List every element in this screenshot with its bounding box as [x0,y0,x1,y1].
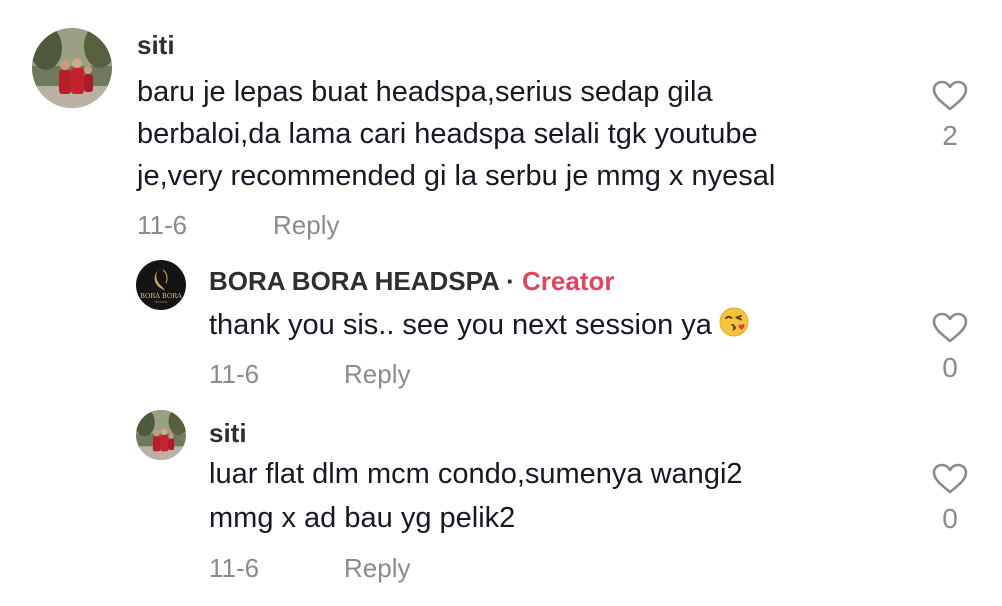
creator-badge: Creator [522,266,615,296]
reply-item: BORA BORA HEADSPA BORA BORA HEADSPA · Cr… [0,250,1002,400]
comment-username[interactable]: siti [137,30,175,61]
svg-text:HEADSPA: HEADSPA [154,300,167,304]
heart-outline-icon [932,312,968,343]
separator-dot: · [506,266,515,296]
avatar[interactable] [32,28,112,108]
comment-text-line: thank you sis.. see you next session ya [209,304,750,350]
heart-outline-icon [932,80,968,111]
reply-button[interactable]: Reply [344,553,410,584]
comment-text-line: berbaloi,da lama cari headspa selali tgk… [137,118,758,150]
like-count: 0 [942,503,958,534]
comment-item: siti baru je lepas buat headspa,serius s… [0,0,1002,250]
reply-button[interactable]: Reply [273,210,339,241]
kissing-face-emoji-icon [718,306,750,350]
comment-date: 11-6 [137,210,188,240]
reply-item: siti luar flat dlm mcm condo,sumenya wan… [0,400,1002,606]
avatar[interactable]: BORA BORA HEADSPA [136,260,186,310]
reply-button[interactable]: Reply [344,359,410,390]
family-photo-avatar-icon [136,410,186,460]
like-button[interactable]: 0 [930,312,970,384]
comment-text-line: baru je lepas buat headspa,serius sedap … [137,76,713,108]
svg-text:BORA BORA: BORA BORA [140,292,182,300]
like-count: 0 [942,352,958,383]
comment-text-line: luar flat dlm mcm condo,sumenya wangi2 [209,458,743,490]
like-button[interactable]: 2 [930,80,970,152]
comment-text-line: mmg x ad bau yg pelik2 [209,502,516,534]
bora-bora-logo-icon: BORA BORA HEADSPA [136,260,186,310]
comment-username[interactable]: BORA BORA HEADSPA · Creator [209,266,614,297]
comment-username[interactable]: siti [209,418,247,449]
comment-text-line: je,very recommended gi la serbu je mmg x… [137,160,776,192]
comment-date: 11-6 [209,553,260,583]
family-photo-avatar-icon [32,28,112,108]
like-button[interactable]: 0 [930,463,970,535]
comment-text: thank you sis.. see you next session ya [209,309,712,341]
avatar[interactable] [136,410,186,460]
comment-date: 11-6 [209,359,260,389]
heart-outline-icon [932,463,968,494]
like-count: 2 [942,120,958,151]
creator-name[interactable]: BORA BORA HEADSPA [209,266,499,296]
